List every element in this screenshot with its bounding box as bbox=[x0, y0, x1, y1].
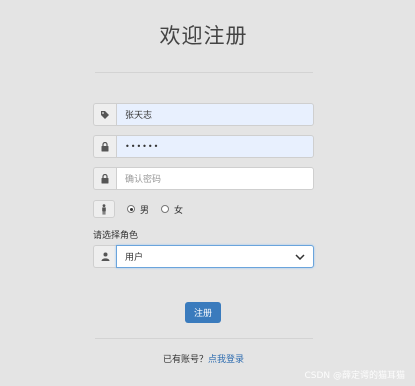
username-group: 张天志 bbox=[93, 103, 314, 126]
login-link[interactable]: 点我登录 bbox=[208, 355, 244, 365]
chevron-down-icon bbox=[295, 253, 305, 260]
login-prompt: 已有账号？点我登录 bbox=[0, 352, 407, 365]
confirm-password-input[interactable]: 确认密码 bbox=[116, 167, 314, 190]
top-divider bbox=[95, 72, 313, 73]
tag-icon bbox=[93, 103, 116, 126]
radio-unchecked-icon bbox=[161, 205, 170, 213]
role-selected-value: 用户 bbox=[125, 253, 144, 263]
watermark: CSDN @薛定谔的猫耳猫 bbox=[304, 371, 405, 381]
page-title: 欢迎注册 bbox=[159, 24, 248, 48]
gender-female-radio[interactable]: 女 bbox=[161, 203, 183, 216]
person-icon bbox=[93, 200, 115, 218]
lock-icon bbox=[93, 167, 116, 190]
user-icon bbox=[93, 245, 116, 268]
role-select[interactable]: 用户 bbox=[116, 245, 314, 268]
role-label: 请选择角色 bbox=[93, 231, 139, 241]
register-button[interactable]: 注册 bbox=[185, 302, 221, 323]
login-prompt-text: 已有账号？ bbox=[162, 355, 208, 365]
gender-male-radio[interactable]: 男 bbox=[127, 203, 149, 216]
password-input[interactable]: •••••• bbox=[116, 135, 314, 158]
gender-female-label: 女 bbox=[174, 205, 184, 216]
radio-checked-icon bbox=[127, 205, 135, 213]
gender-group: 男 女 bbox=[93, 199, 183, 219]
bottom-divider bbox=[95, 338, 313, 339]
role-group: 用户 bbox=[93, 245, 314, 268]
password-group: •••••• bbox=[93, 135, 314, 158]
confirm-password-group: 确认密码 bbox=[93, 167, 314, 190]
gender-male-label: 男 bbox=[140, 205, 150, 216]
lock-icon bbox=[93, 135, 116, 158]
username-input[interactable]: 张天志 bbox=[116, 103, 314, 126]
